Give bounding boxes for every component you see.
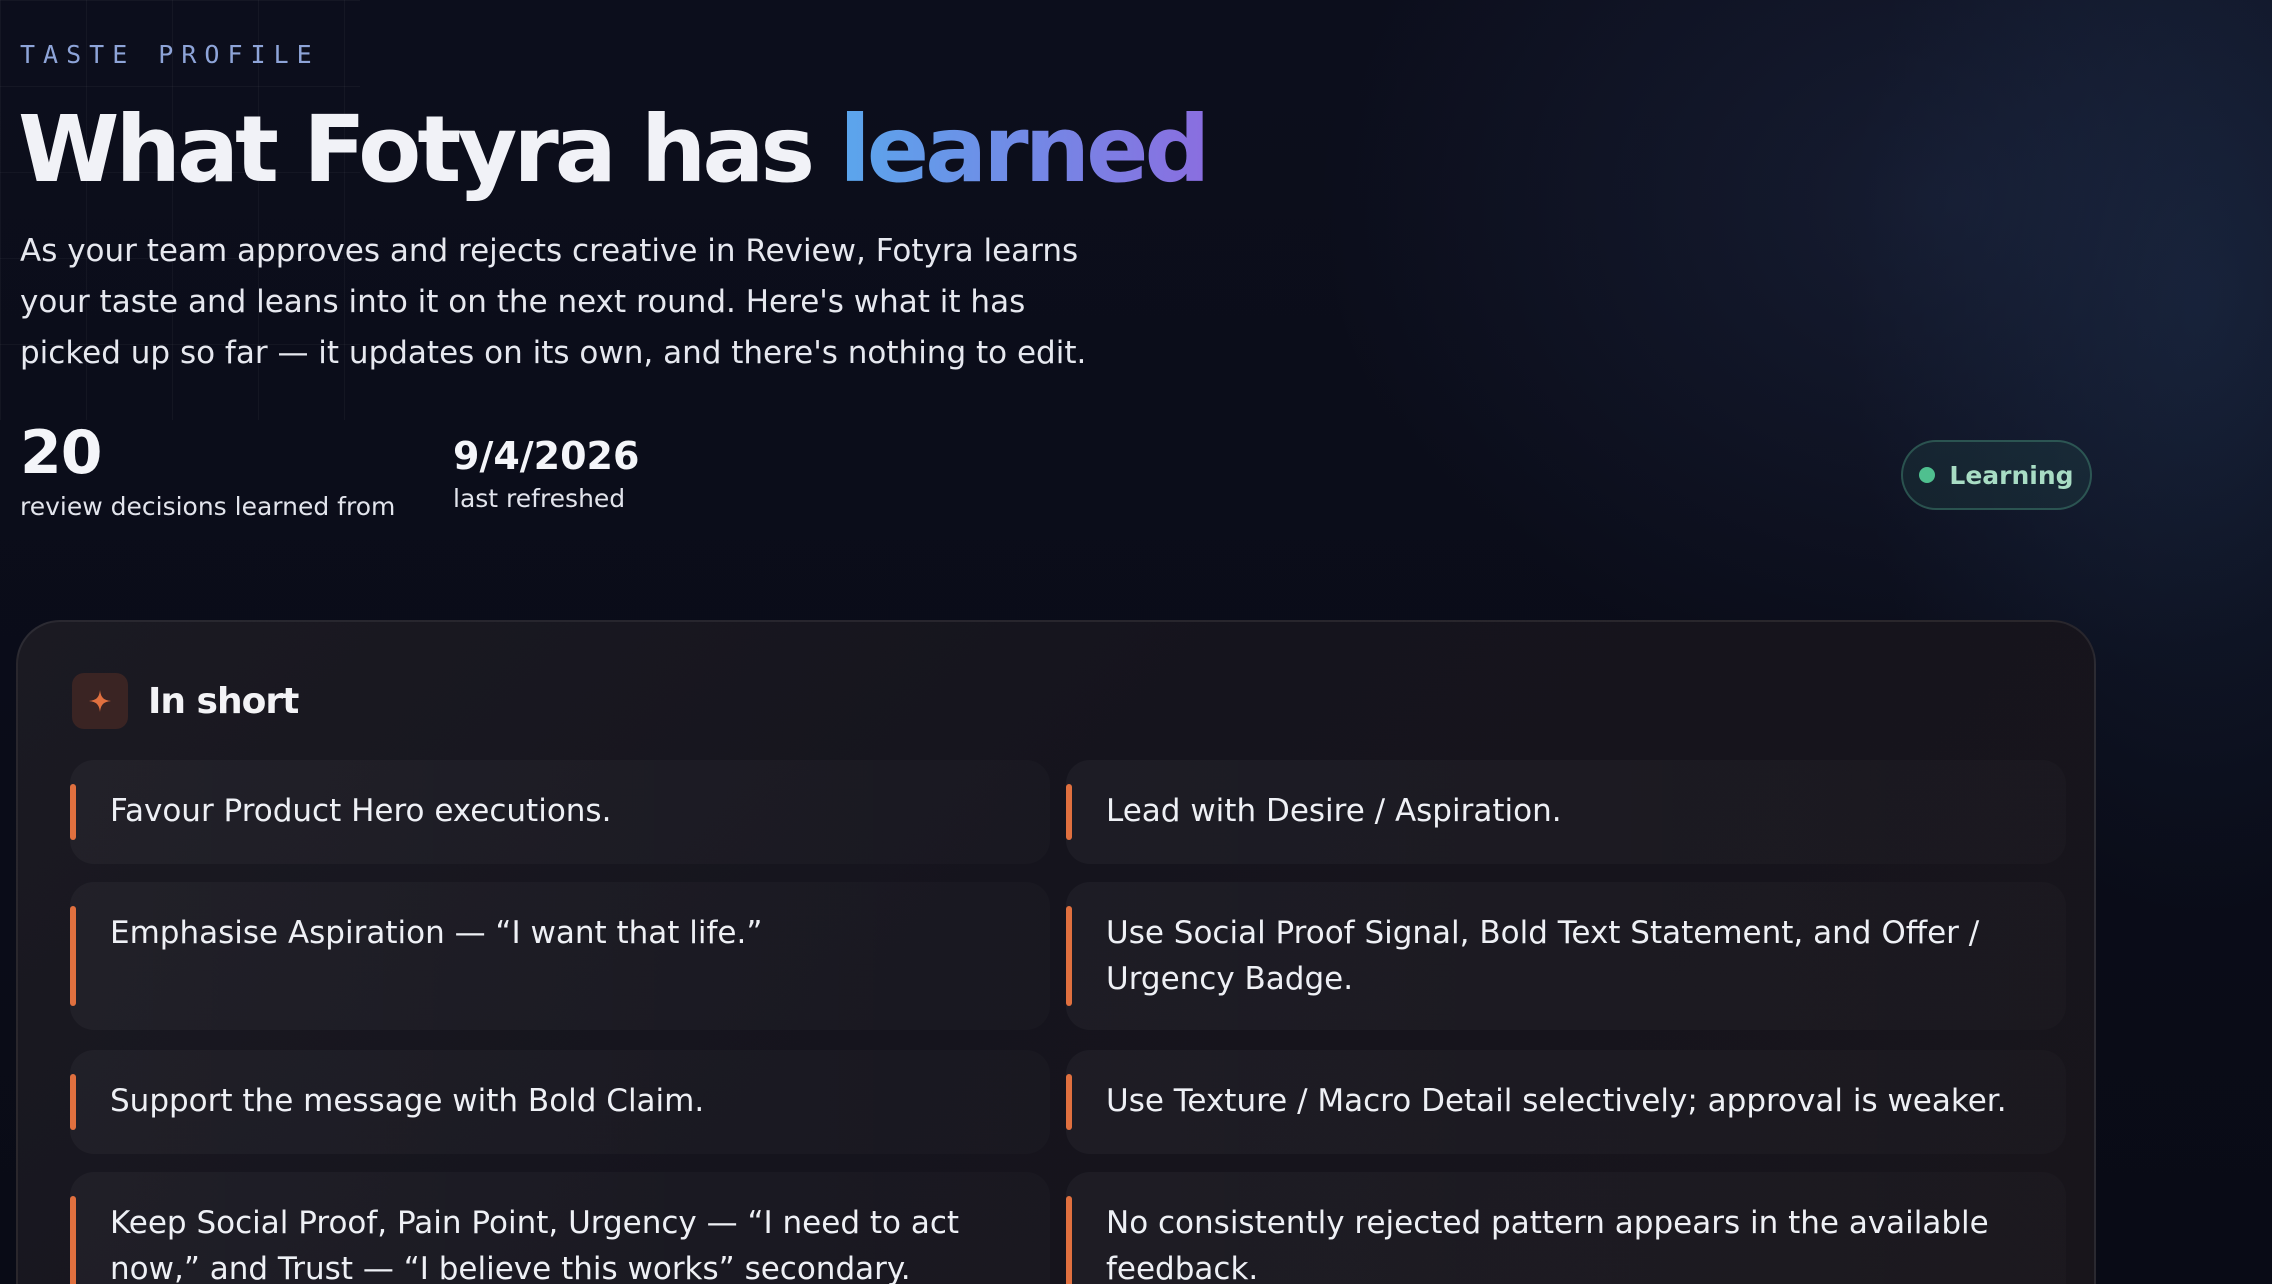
summary-item: Favour Product Hero executions. — [70, 760, 1050, 864]
summary-item: Keep Social Proof, Pain Point, Urgency —… — [70, 1172, 1050, 1284]
summary-item: Emphasise Aspiration — “I want that life… — [70, 882, 1050, 1030]
summary-item: No consistently rejected pattern appears… — [1066, 1172, 2066, 1284]
taste-profile-page: TASTE PROFILE What Fotyra has learned As… — [0, 0, 2272, 1284]
decisions-label: review decisions learned from — [20, 492, 396, 521]
page-title-main: What Fotyra has — [18, 96, 840, 203]
page-description: As your team approves and rejects creati… — [20, 233, 1087, 371]
card-title: In short — [148, 680, 299, 722]
status-dot-icon — [1919, 467, 1936, 483]
stat-decisions: 20 review decisions learned from — [20, 418, 395, 521]
summary-item: Use Social Proof Signal, Bold Text State… — [1066, 882, 2066, 1030]
last-refreshed-date: 9/4/2026 — [453, 434, 640, 478]
summary-item: Lead with Desire / Aspiration. — [1066, 760, 2066, 864]
page-title: What Fotyra has learned — [18, 96, 1210, 203]
summary-item: Support the message with Bold Claim. — [70, 1050, 1050, 1154]
summary-item: Use Texture / Macro Detail selectively; … — [1066, 1050, 2066, 1154]
status-badge: Learning — [1901, 440, 2092, 510]
eyebrow-label: TASTE PROFILE — [20, 40, 320, 69]
status-badge-label: Learning — [1949, 460, 2074, 490]
decisions-count: 20 — [20, 418, 103, 488]
last-refreshed-label: last refreshed — [453, 484, 626, 513]
page-title-accent: learned — [839, 96, 1210, 203]
in-short-card: In short Favour Product Hero executions.… — [16, 620, 2096, 1284]
stat-last-refreshed: 9/4/2026 last refreshed — [453, 432, 639, 513]
card-header: In short — [72, 673, 299, 729]
sparkle-icon — [72, 673, 128, 729]
